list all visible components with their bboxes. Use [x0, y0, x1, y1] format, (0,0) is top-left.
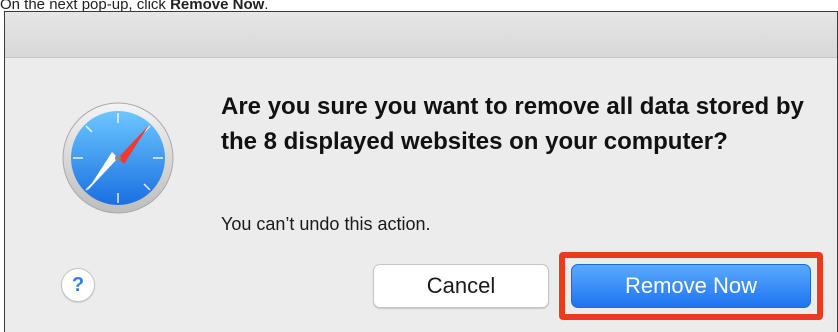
dialog-message: Are you sure you want to remove all data…: [221, 93, 804, 155]
safari-compass-icon: [61, 101, 175, 215]
dialog-titlebar: [5, 12, 837, 58]
help-button[interactable]: ?: [61, 268, 95, 302]
remove-now-button[interactable]: Remove Now: [571, 264, 811, 308]
help-icon: ?: [71, 274, 85, 296]
confirmation-dialog: Are you sure you want to remove all data…: [4, 11, 838, 332]
tutorial-screenshot: On the next pop-up, click Remove Now. Ar…: [0, 0, 838, 332]
dialog-informative-text: You can’t undo this action.: [221, 214, 431, 234]
cancel-button[interactable]: Cancel: [373, 264, 549, 308]
